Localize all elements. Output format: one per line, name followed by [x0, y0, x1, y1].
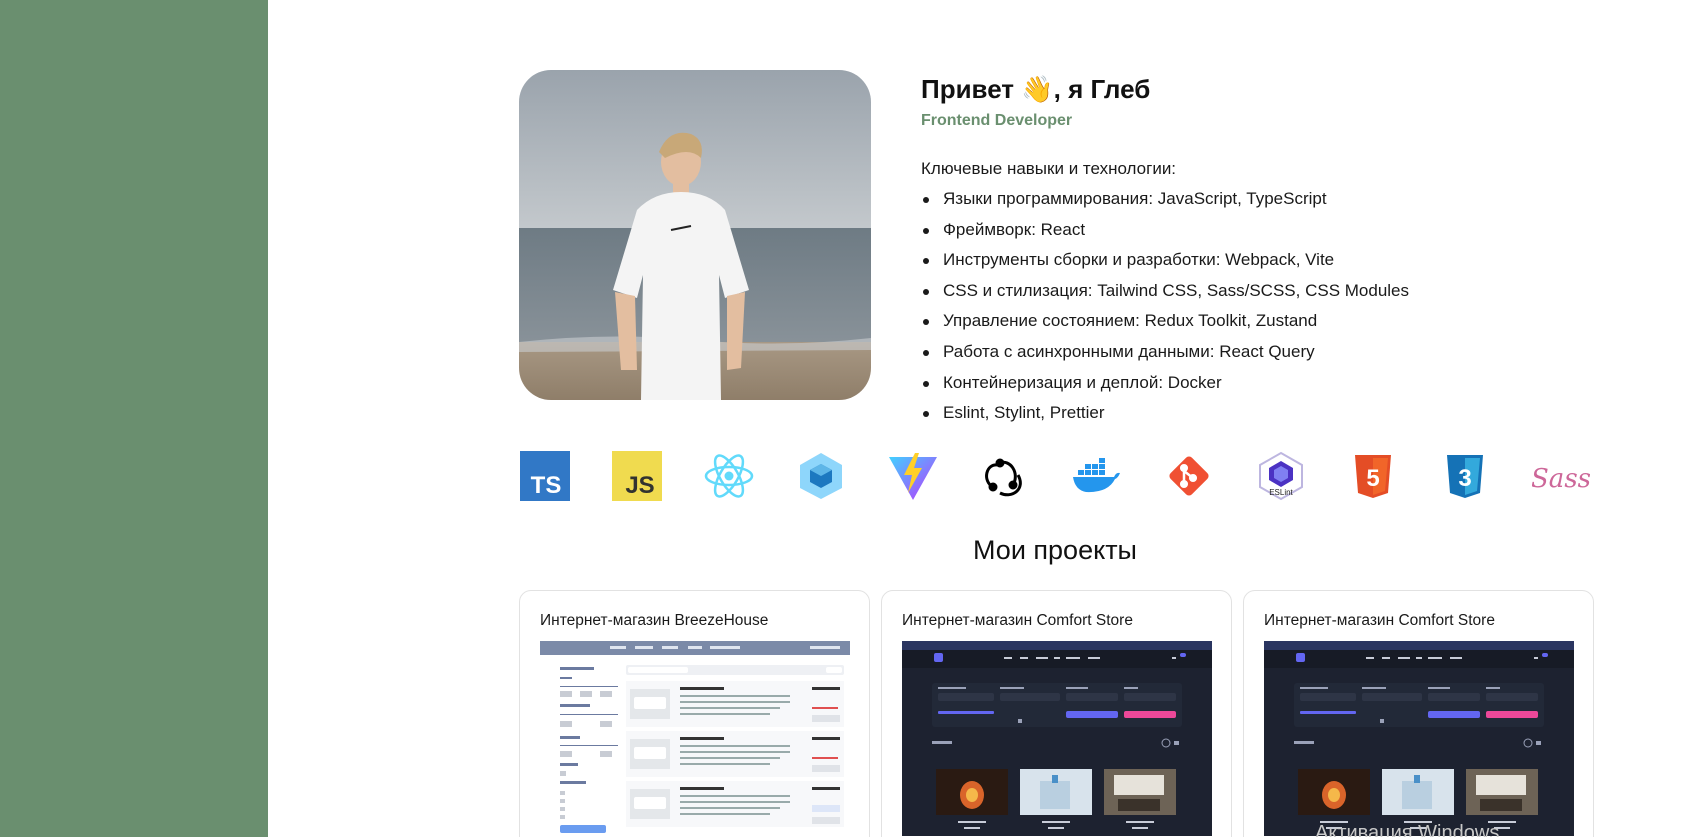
project-card-title: Интернет-магазин Comfort Store: [902, 612, 1133, 629]
typescript-icon: TS: [519, 450, 571, 502]
project-card[interactable]: Интернет-магазин Comfort Store: [881, 590, 1232, 837]
tech-icons-row: TS JS ESLint 5 3 Sass: [519, 450, 1594, 502]
svg-text:3: 3: [1458, 465, 1471, 492]
skills-list: Языки программирования: JavaScript, Type…: [921, 188, 1561, 433]
sass-icon: Sass: [1531, 450, 1591, 502]
redux-icon: [979, 450, 1031, 502]
svg-text:5: 5: [1366, 465, 1379, 492]
skill-item: CSS и стилизация: Tailwind CSS, Sass/SCS…: [921, 280, 1561, 311]
skill-item: Управление состоянием: Redux Toolkit, Zu…: [921, 310, 1561, 341]
project-screenshot: [540, 641, 850, 836]
project-card[interactable]: Интернет-магазин BreezeHouse: [519, 590, 870, 837]
skill-item: Языки программирования: JavaScript, Type…: [921, 188, 1561, 219]
javascript-icon: JS: [611, 450, 663, 502]
vite-icon: [887, 450, 939, 502]
profile-photo: [519, 70, 871, 400]
html5-icon: 5: [1347, 450, 1399, 502]
project-card-title: Интернет-магазин BreezeHouse: [540, 612, 769, 629]
webpack-icon: [795, 450, 847, 502]
svg-text:Sass: Sass: [1532, 464, 1590, 494]
project-card-title: Интернет-магазин Comfort Store: [1264, 612, 1495, 629]
svg-text:ESLint: ESLint: [1269, 488, 1293, 497]
project-screenshot: [1264, 641, 1574, 836]
skill-item: Eslint, Stylint, Prettier: [921, 402, 1561, 433]
skill-item: Контейнеризация и деплой: Docker: [921, 372, 1561, 403]
projects-grid: Интернет-магазин BreezeHouse Интернет-ма…: [519, 590, 1594, 837]
docker-icon: [1071, 450, 1123, 502]
skill-item: Работа с асинхронными данными: React Que…: [921, 341, 1561, 372]
git-icon: [1163, 450, 1215, 502]
projects-heading: Мои проекты: [973, 535, 1137, 565]
project-card[interactable]: Интернет-магазин Comfort Store: [1243, 590, 1594, 837]
skill-item: Инструменты сборки и разработки: Webpack…: [921, 249, 1561, 280]
skill-item: Фреймворк: React: [921, 219, 1561, 250]
css3-icon: 3: [1439, 450, 1491, 502]
project-screenshot: [902, 641, 1212, 836]
eslint-icon: ESLint: [1255, 450, 1307, 502]
greeting-heading: Привет 👋, я Глеб: [921, 74, 1151, 104]
svg-text:JS: JS: [625, 472, 654, 499]
role-subtitle: Frontend Developer: [921, 112, 1073, 129]
windows-activation-watermark: Активация Windows: [1315, 822, 1500, 837]
svg-text:TS: TS: [531, 472, 562, 499]
skills-intro: Ключевые навыки и технологии:: [921, 159, 1177, 178]
react-icon: [703, 450, 755, 502]
left-sidebar: [0, 0, 268, 837]
main-content: Привет 👋, я Глеб Frontend Developer Ключ…: [268, 0, 1685, 837]
intro-block: Привет 👋, я Глеб Frontend Developer Ключ…: [921, 72, 1561, 433]
